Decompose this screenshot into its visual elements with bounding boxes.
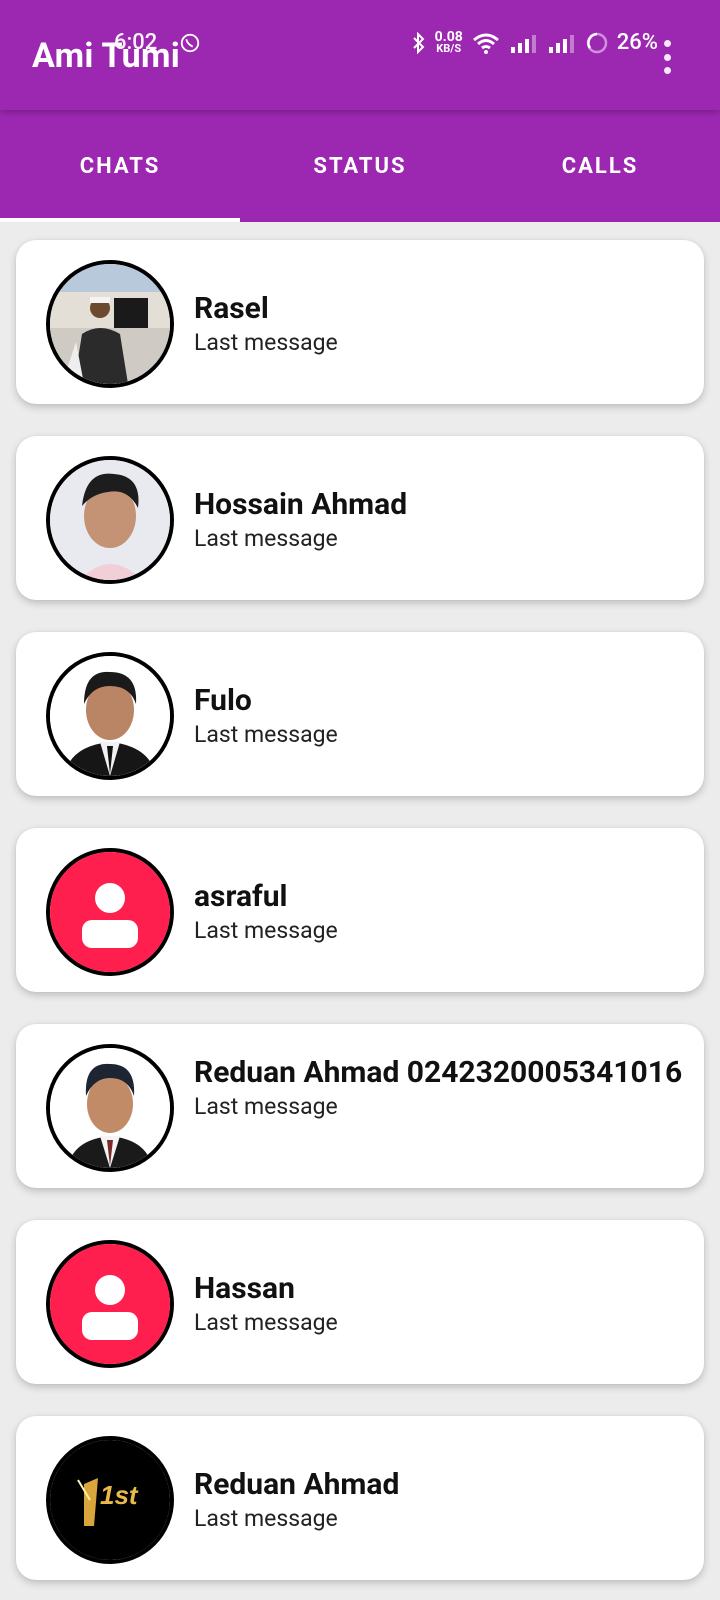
avatar	[46, 1044, 174, 1172]
whatsapp-notification-icon	[180, 33, 199, 53]
last-message: Last message	[194, 1093, 338, 1120]
bluetooth-icon	[412, 31, 425, 54]
app-bar: Ami Tumi 6:02 0.08 KB/S 26%	[0, 0, 720, 110]
contact-name: Fulo	[194, 683, 252, 718]
tab-calls[interactable]: CALLS	[480, 110, 720, 222]
chat-item[interactable]: Reduan Ahmad 0242320005341016 Last messa…	[16, 1024, 704, 1188]
last-message: Last message	[194, 525, 338, 552]
app-title: Ami Tumi	[32, 36, 181, 76]
network-speed-value: 0.08	[434, 28, 463, 45]
avatar	[46, 260, 174, 388]
avatar	[46, 456, 174, 584]
logo-text: 1st	[100, 1480, 139, 1510]
network-speed-unit: KB/S	[436, 41, 462, 55]
chat-item[interactable]: Fulo Last message	[16, 632, 704, 796]
last-message: Last message	[194, 1309, 338, 1336]
chat-item[interactable]: asraful Last message	[16, 828, 704, 992]
status-icons: 0.08 KB/S 26%	[180, 28, 658, 55]
contact-name: Reduan Ahmad 0242320005341016	[194, 1055, 683, 1090]
contact-name: asraful	[194, 879, 288, 914]
status-time: 6:02	[114, 30, 158, 55]
tab-chats[interactable]: CHATS	[0, 110, 240, 222]
chat-item[interactable]: Hassan Last message	[16, 1220, 704, 1384]
overflow-menu-icon[interactable]	[662, 40, 672, 74]
contact-name: Rasel	[194, 291, 269, 326]
tab-status[interactable]: STATUS	[240, 110, 480, 222]
chat-item[interactable]: 1st Reduan Ahmad Last message	[16, 1416, 704, 1580]
tab-bar: CHATS STATUS CALLS	[0, 110, 720, 222]
last-message: Last message	[194, 329, 338, 356]
chat-item[interactable]: Hossain Ahmad Last message	[16, 436, 704, 600]
network-speed: 0.08 KB/S	[434, 28, 463, 55]
battery-ring-icon	[586, 32, 608, 53]
wifi-icon	[472, 33, 499, 54]
battery-percentage: 26%	[616, 30, 658, 55]
contact-name: Hassan	[194, 1271, 295, 1306]
default-avatar-icon	[46, 1240, 174, 1368]
last-message: Last message	[194, 1505, 338, 1532]
first-place-logo-icon: 1st	[46, 1436, 174, 1564]
signal-icon-2	[548, 34, 574, 53]
default-avatar-icon	[46, 848, 174, 976]
contact-name: Reduan Ahmad	[194, 1467, 400, 1502]
last-message: Last message	[194, 917, 338, 944]
contact-name: Hossain Ahmad	[194, 487, 408, 522]
avatar	[46, 652, 174, 780]
signal-icon	[510, 34, 536, 53]
chat-item[interactable]: Rasel Last message	[16, 240, 704, 404]
last-message: Last message	[194, 721, 338, 748]
